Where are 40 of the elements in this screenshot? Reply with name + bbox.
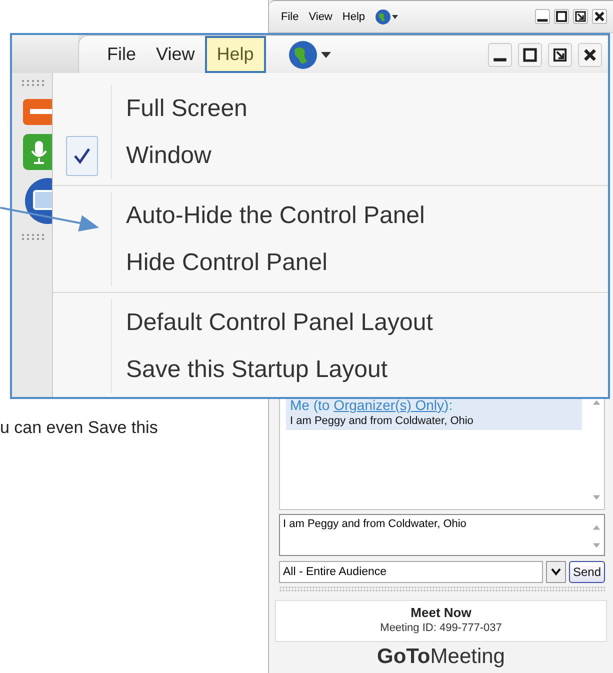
menu-item[interactable]: View: [308, 10, 332, 22]
maximize-icon[interactable]: [554, 9, 569, 24]
caption-text: u can even Save this: [0, 418, 159, 438]
close-icon[interactable]: [578, 42, 602, 66]
menu-option: Hide Control Panel: [112, 248, 328, 276]
menu-row[interactable]: Save this Startup Layout: [53, 346, 608, 393]
menu-item[interactable]: File: [97, 36, 146, 73]
microphone-icon[interactable]: [22, 133, 52, 171]
restore-icon[interactable]: [548, 42, 572, 66]
chevron-icon: [550, 568, 561, 576]
menu-option: Default Control Panel Layout: [112, 308, 433, 336]
gotomeeting-logo: GoToMeeting: [377, 645, 505, 668]
dropdown-button[interactable]: [546, 561, 566, 583]
minimize-icon[interactable]: [488, 42, 512, 66]
menu-item[interactable]: View: [146, 36, 205, 73]
menu-row[interactable]: Full Screen: [53, 85, 608, 132]
message-text: I am Peggy and from Coldwater, Ohio: [290, 415, 474, 427]
menu-row[interactable]: Window: [53, 132, 608, 179]
menu-row[interactable]: Hide Control Panel: [53, 239, 608, 286]
control-panel-header: [12, 35, 78, 73]
menu-item[interactable]: Help: [342, 10, 366, 22]
minimize-icon[interactable]: [535, 9, 550, 24]
recipient-dropdown[interactable]: All - Entire Audience: [279, 561, 543, 583]
meeting-id: Meeting ID: 499-777-037: [379, 622, 503, 634]
globe-icon[interactable]: [288, 40, 332, 70]
check-icon: [66, 136, 98, 176]
menu-item[interactable]: Help: [204, 36, 266, 73]
meet-now-title: Meet Now: [410, 605, 472, 620]
message-header: Me (to Organizer(s) Only):: [290, 397, 454, 413]
menu-row[interactable]: Default Control Panel Layout: [53, 299, 608, 346]
restore-icon[interactable]: [573, 9, 588, 24]
menu-option: Window: [112, 142, 212, 170]
send-button[interactable]: Send: [568, 561, 605, 583]
menu-item[interactable]: File: [281, 10, 299, 22]
menu-option: Save this Startup Layout: [112, 356, 388, 384]
menu-option: Auto-Hide the Control Panel: [112, 202, 425, 230]
toolbar-icon[interactable]: [22, 97, 52, 127]
close-icon[interactable]: [592, 9, 607, 24]
menu-option: Full Screen: [112, 94, 248, 122]
globe-icon[interactable]: [375, 8, 400, 24]
